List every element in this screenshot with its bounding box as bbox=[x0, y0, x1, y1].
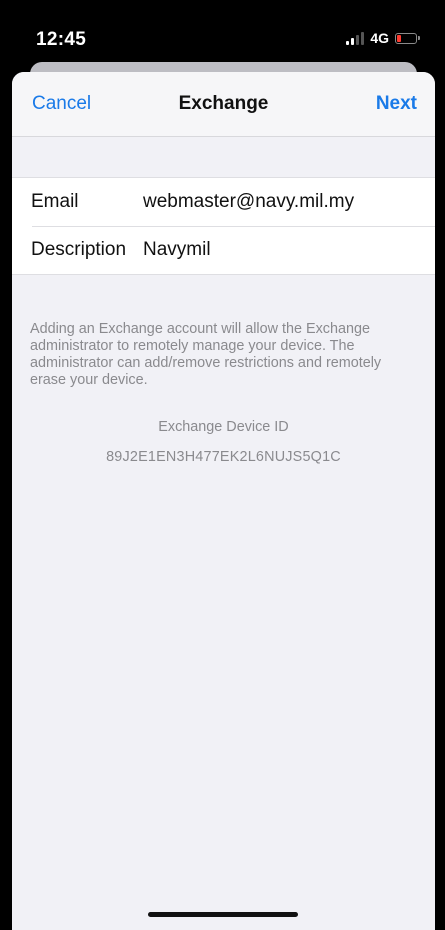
next-button[interactable]: Next bbox=[376, 93, 417, 115]
battery-icon bbox=[395, 32, 420, 44]
navigation-bar: Cancel Exchange Next bbox=[12, 72, 435, 137]
device-id-label: Exchange Device ID bbox=[158, 419, 289, 435]
description-label: Description bbox=[31, 239, 127, 260]
account-form: Email Description bbox=[12, 177, 435, 275]
email-field[interactable] bbox=[143, 191, 435, 213]
device-id-value: 89J2E1EN3H477EK2L6NUJS5Q1C bbox=[106, 449, 341, 465]
email-row: Email bbox=[12, 178, 435, 226]
description-row: Description bbox=[12, 226, 435, 274]
signal-icon bbox=[346, 31, 365, 45]
battery-level bbox=[397, 34, 401, 42]
network-type: 4G bbox=[370, 30, 389, 46]
status-bar: 12:45 4G bbox=[0, 0, 445, 60]
page-title: Exchange bbox=[178, 93, 269, 114]
exchange-info-text: Adding an Exchange account will allow th… bbox=[30, 321, 382, 388]
status-time: 12:45 bbox=[36, 29, 87, 50]
description-field[interactable] bbox=[143, 239, 435, 261]
status-indicators: 4G bbox=[346, 30, 420, 46]
home-indicator[interactable] bbox=[148, 912, 298, 917]
email-label: Email bbox=[31, 191, 79, 212]
exchange-sheet: Cancel Exchange Next Email Description A… bbox=[12, 72, 435, 930]
